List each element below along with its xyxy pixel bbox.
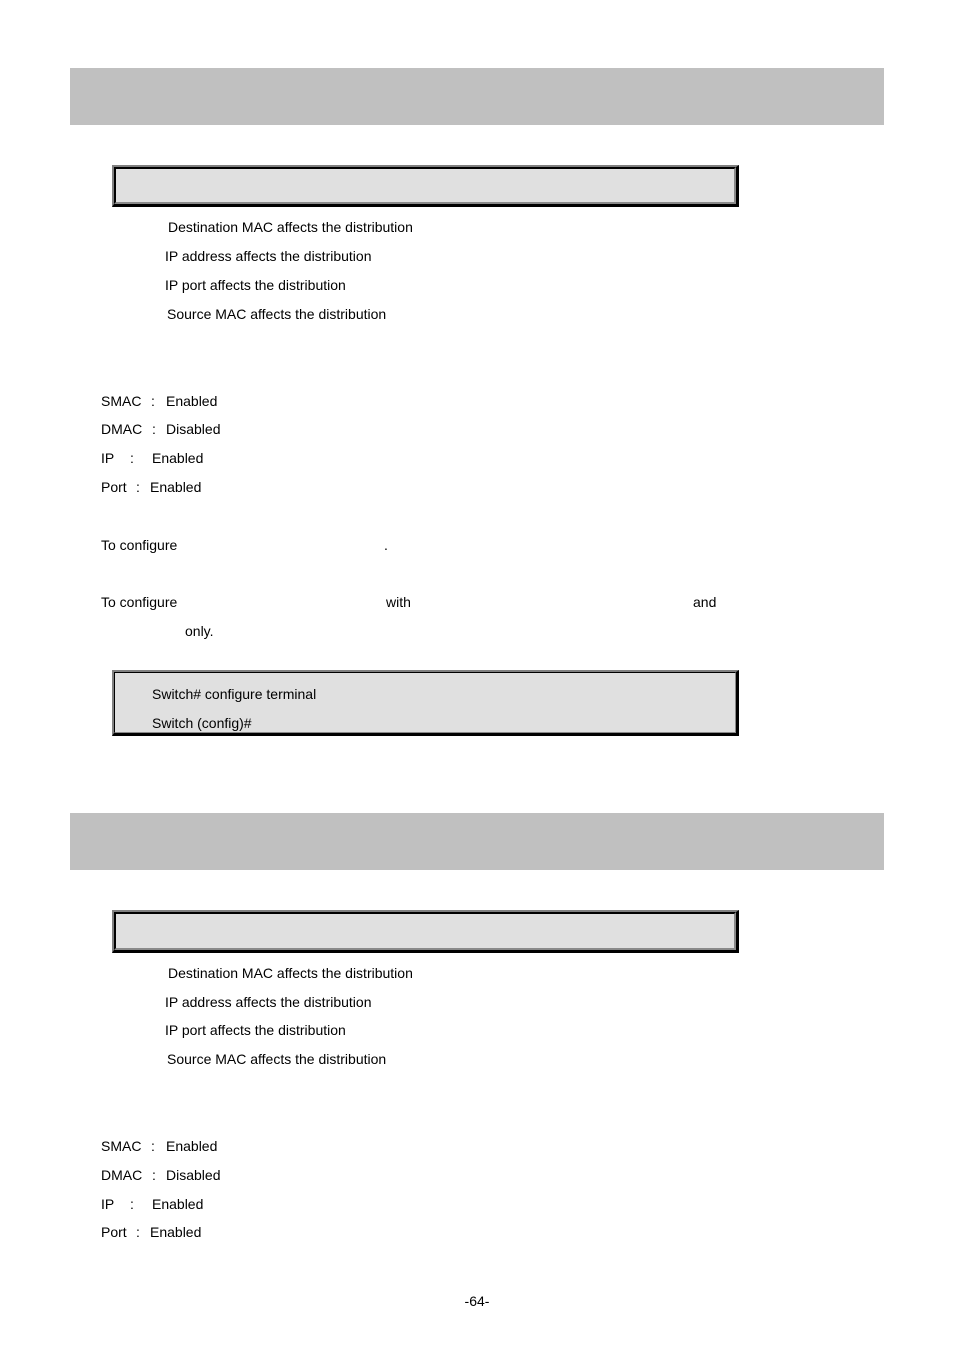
default-value: Enabled	[152, 450, 204, 466]
parameter-description: Destination MAC affects the distribution	[168, 965, 413, 981]
default-value: Enabled	[152, 1196, 204, 1212]
usage-text: with	[386, 594, 411, 610]
parameter-description: Destination MAC affects the distribution	[168, 219, 413, 235]
page-number: -64-	[464, 1293, 490, 1309]
parameter-description: IP address affects the distribution	[165, 994, 372, 1010]
default-value: Enabled	[166, 393, 218, 409]
default-key: Port	[101, 479, 127, 495]
command-syntax-box	[112, 910, 739, 953]
usage-text: only.	[185, 623, 214, 639]
default-value: Disabled	[166, 421, 221, 437]
usage-text: .	[384, 537, 388, 553]
default-key: SMAC	[101, 1138, 142, 1154]
example-code-box: Switch# configure terminal Switch (confi…	[112, 670, 739, 736]
default-value: Disabled	[166, 1167, 221, 1183]
default-separator: :	[136, 479, 140, 495]
parameter-description: IP port affects the distribution	[165, 1022, 346, 1038]
default-separator: :	[152, 421, 156, 437]
usage-text: To configure	[101, 594, 178, 610]
default-separator: :	[130, 450, 134, 466]
default-key: DMAC	[101, 1167, 143, 1183]
parameter-description: Source MAC affects the distribution	[167, 306, 387, 322]
default-key: DMAC	[101, 421, 143, 437]
command-syntax-box	[112, 165, 739, 207]
default-key: SMAC	[101, 393, 142, 409]
default-key: IP	[101, 450, 115, 466]
default-separator: :	[151, 393, 155, 409]
default-key: Port	[101, 1224, 127, 1240]
example-command-line: Switch (config)#	[152, 715, 252, 731]
parameter-description: IP address affects the distribution	[165, 248, 372, 264]
parameter-description: IP port affects the distribution	[165, 277, 346, 293]
default-key: IP	[101, 1196, 115, 1212]
section-header-bar	[70, 68, 884, 125]
example-command-line: Switch# configure terminal	[152, 686, 317, 702]
usage-text: To configure	[101, 537, 178, 553]
default-separator: :	[136, 1224, 140, 1240]
default-separator: :	[151, 1138, 155, 1154]
default-separator: :	[152, 1167, 156, 1183]
usage-text: and	[693, 594, 717, 610]
default-value: Enabled	[150, 479, 202, 495]
default-separator: :	[130, 1196, 134, 1212]
parameter-description: Source MAC affects the distribution	[167, 1051, 387, 1067]
default-value: Enabled	[166, 1138, 218, 1154]
section-header-bar	[70, 813, 884, 870]
default-value: Enabled	[150, 1224, 202, 1240]
